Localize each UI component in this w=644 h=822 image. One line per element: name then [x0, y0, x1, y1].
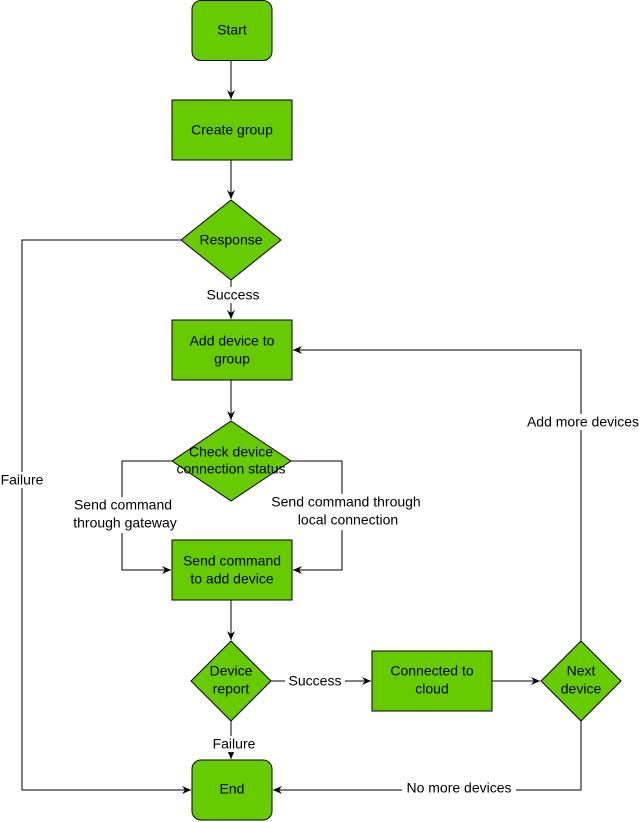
node-connected-text-1: Connected to: [390, 663, 473, 679]
node-check-status: Check device connection status: [171, 420, 292, 502]
node-next-device-text-2: device: [561, 681, 602, 697]
label-report-success: Success: [289, 673, 342, 689]
node-create-group: Create group: [171, 99, 293, 161]
node-add-device: Add device to group: [171, 319, 293, 381]
node-send-command-text-1: Send command: [183, 553, 281, 569]
node-send-command: Send command to add device: [171, 539, 293, 601]
node-connected: Connected to cloud: [371, 650, 493, 712]
node-start: Start: [191, 0, 273, 61]
label-no-more: No more devices: [406, 780, 511, 796]
node-next-device-text-1: Next: [567, 663, 596, 679]
node-check-status-text-2: connection status: [177, 461, 286, 477]
label-add-more: Add more devices: [527, 414, 639, 430]
node-device-report-text-2: report: [213, 681, 250, 697]
label-response-success: Success: [207, 287, 260, 303]
label-via-gateway-1: Send command: [74, 497, 172, 513]
node-response: Response: [180, 199, 282, 281]
label-via-local-2: local connection: [298, 512, 398, 528]
node-create-group-text: Create group: [191, 122, 273, 138]
node-add-device-text-2: group: [214, 351, 250, 367]
label-via-gateway-2: through gateway: [73, 515, 177, 531]
node-start-text: Start: [217, 22, 247, 38]
node-add-device-text-1: Add device to: [190, 333, 275, 349]
node-device-report-text-1: Device: [210, 663, 253, 679]
node-end-text: End: [220, 781, 245, 797]
node-end: End: [191, 759, 273, 821]
node-next-device: Next device: [540, 640, 622, 722]
node-send-command-text-2: to add device: [190, 571, 273, 587]
label-report-failure: Failure: [213, 736, 256, 752]
label-response-failure: Failure: [1, 472, 44, 488]
node-connected-text-2: cloud: [415, 681, 448, 697]
node-check-status-text-1: Check device: [189, 444, 273, 460]
flowchart: Success Failure Send command through gat…: [0, 0, 643, 821]
label-via-local-1: Send command through: [271, 494, 420, 510]
node-device-report: Device report: [190, 640, 272, 722]
node-response-text: Response: [199, 232, 262, 248]
